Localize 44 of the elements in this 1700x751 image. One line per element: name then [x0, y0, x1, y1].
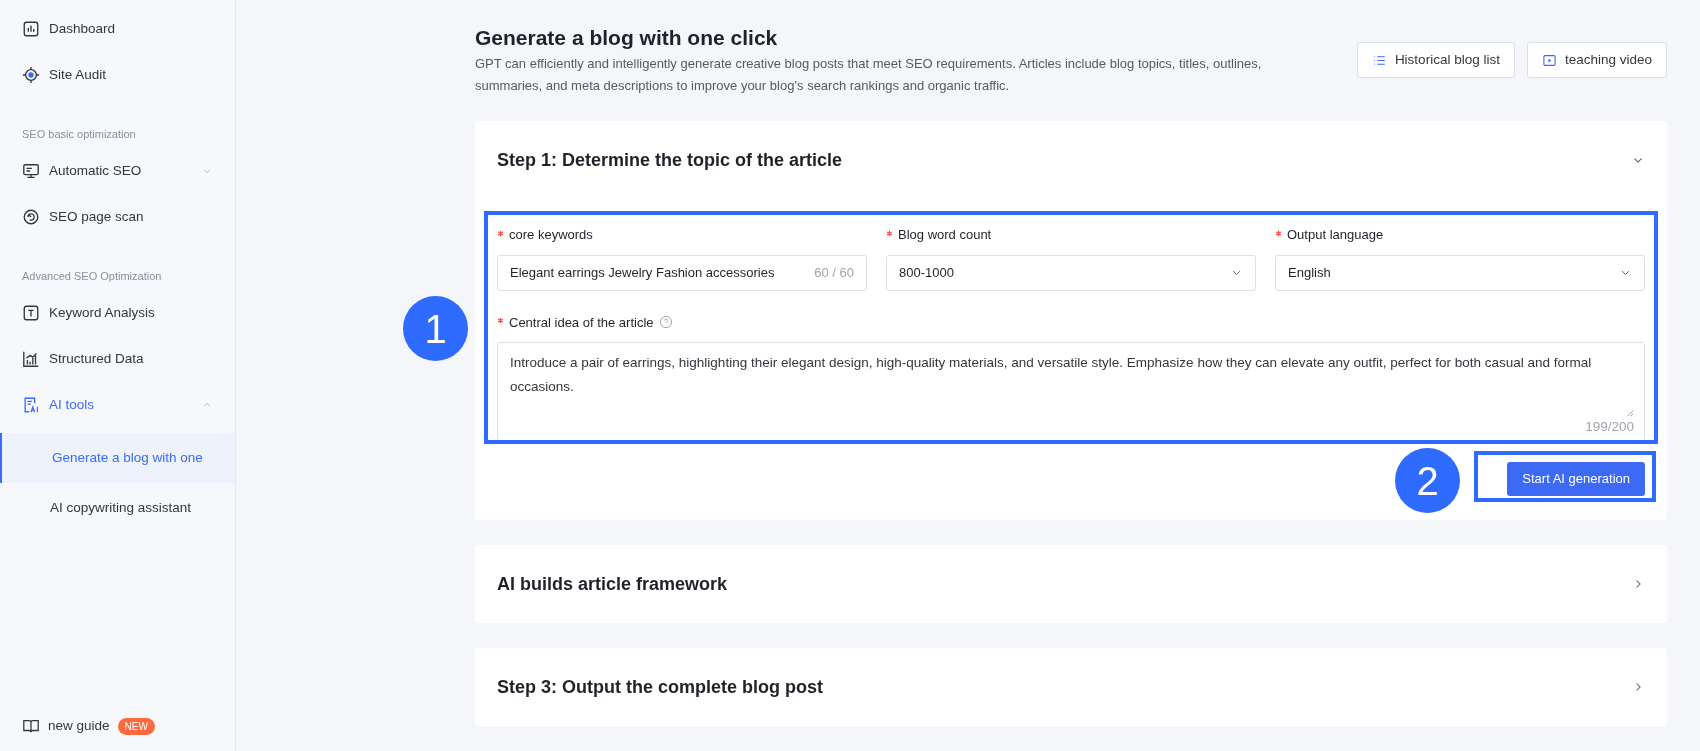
field-label: Central idea of the article: [509, 313, 654, 332]
field-label: Output language: [1287, 226, 1384, 244]
character-counter: 199/200: [1585, 418, 1634, 436]
sidebar-item[interactable]: Dashboard: [0, 6, 235, 52]
gauge-icon: [22, 208, 40, 226]
sidebar-subitem[interactable]: AI copywriting assistant: [0, 483, 235, 533]
sidebar-item[interactable]: AI tools: [0, 382, 235, 428]
resize-handle-icon: [1626, 409, 1634, 417]
document-icon: [22, 396, 40, 414]
sidebar-item[interactable]: Structured Data: [0, 336, 235, 382]
start-generation-button[interactable]: Start AI generation: [1507, 462, 1645, 496]
select-field[interactable]: 800-1000: [886, 254, 1256, 291]
page-title: Generate a blog with one click: [475, 25, 779, 51]
sidebar-subitem[interactable]: Generate a blog with one: [0, 433, 235, 483]
step-title[interactable]: AI builds article framework: [497, 570, 728, 598]
step-title[interactable]: Step 1: Determine the topic of the article: [497, 146, 843, 174]
page-description: GPT can efficiently and intelligently generate creative blog posts that meet SEO requirements. Articles include blog topics, titles, outlines, summaries, and meta descriptions to improve your blog’s search rankings and organic traffic.: [475, 55, 1263, 95]
section-label: SEO basic optimization: [22, 126, 136, 142]
sidebar-item[interactable]: Automatic SEO: [0, 148, 235, 194]
step-title[interactable]: Step 3: Output the complete blog post: [497, 673, 823, 701]
step-marker: 1: [403, 296, 468, 361]
bar-chart-icon: [22, 350, 40, 368]
input-field[interactable]: Elegant earrings Jewelry Fashion accessories 60 / 60: [497, 254, 867, 291]
chart-icon: [22, 20, 40, 38]
header-button[interactable]: Historical blog list: [1356, 42, 1515, 78]
book-icon: [22, 717, 40, 735]
field-label: core keywords: [509, 226, 593, 244]
section-label: Advanced SEO Optimization: [22, 268, 162, 284]
sidebar-item[interactable]: Site Audit: [0, 52, 235, 98]
monitor-icon: [22, 162, 40, 180]
select-field[interactable]: English: [1275, 254, 1645, 291]
header-button[interactable]: teaching video: [1526, 42, 1667, 78]
target-icon: [22, 66, 40, 84]
sidebar-item[interactable]: Keyword Analysis: [0, 290, 235, 336]
field-label: Blog word count: [898, 226, 992, 244]
sidebar-item[interactable]: SEO page scan: [0, 194, 235, 240]
text-icon: [22, 304, 40, 322]
step-marker: 2: [1395, 448, 1460, 513]
new-guide-link[interactable]: new guide: [48, 715, 110, 737]
new-badge: NEW: [117, 717, 155, 735]
character-counter: 60 / 60: [814, 263, 854, 282]
text-area[interactable]: Introduce a pair of earrings, highlighting their elegant design, high-quality materials, and versatile style. Emphasize how they can elevate any outfit, perfect for both casual and formal occasions. 199/200: [497, 342, 1645, 442]
help-icon: [658, 315, 673, 330]
play-icon: [1541, 52, 1557, 68]
